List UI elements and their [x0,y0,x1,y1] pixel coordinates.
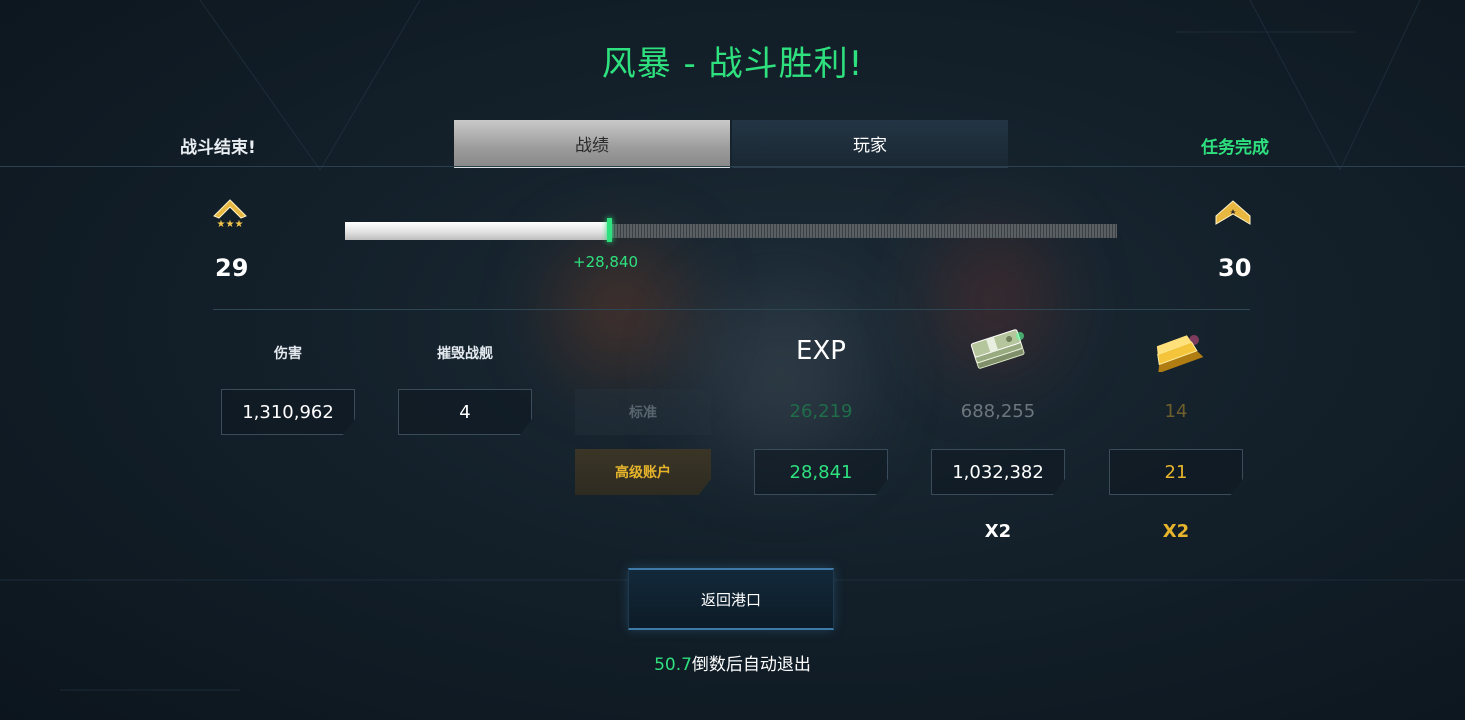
standard-account-label: 标准 [575,389,711,435]
countdown-value: 50.7 [654,655,692,675]
exp-progress-fill [345,222,607,240]
gold-multiplier: X2 [1162,521,1190,542]
rank-chevron-star-icon [1215,200,1251,225]
damage-value: 1,310,962 [221,389,355,435]
exp-column-label: EXP [796,336,846,366]
premium-credits-value: 1,032,382 [931,449,1065,495]
ships-destroyed-value: 4 [398,389,532,435]
premium-exp-value: 28,841 [754,449,888,495]
damage-label: 伤害 [274,346,302,362]
auto-exit-countdown: 50.7倒数后自动退出 [0,650,1465,675]
tab-players[interactable]: 玩家 [732,120,1008,168]
battle-result-title: 风暴 - 战斗胜利! [601,44,864,84]
rank-next: 30 [1218,254,1252,282]
svg-text:★★★: ★★★ [217,219,244,230]
standard-exp-value: 26,219 [789,401,853,422]
rank-current: 29 [215,254,249,282]
standard-credits-value: 688,255 [960,401,1036,422]
gold-bar-icon [1156,335,1204,372]
exp-progress-marker [607,218,612,242]
credits-multiplier: X2 [984,521,1012,542]
mission-complete-label: 任务完成 [1201,138,1269,158]
rank-chevron-three-stars-icon: ★★★ [213,199,247,230]
header-divider [0,166,1465,167]
premium-account-label: 高级账户 [575,449,711,495]
cash-stack-icon [970,329,1025,369]
battle-over-label: 战斗结束! [180,138,256,158]
standard-gold-value: 14 [1164,401,1188,422]
countdown-text: 倒数后自动退出 [691,655,811,675]
exp-gain-label: +28,840 [573,253,639,271]
tab-battle-record[interactable]: 战绩 [454,120,730,168]
section-divider [213,309,1250,310]
ships-destroyed-label: 摧毁战舰 [437,346,493,362]
premium-gold-value: 21 [1109,449,1243,495]
return-to-port-button[interactable]: 返回港口 [628,568,834,630]
